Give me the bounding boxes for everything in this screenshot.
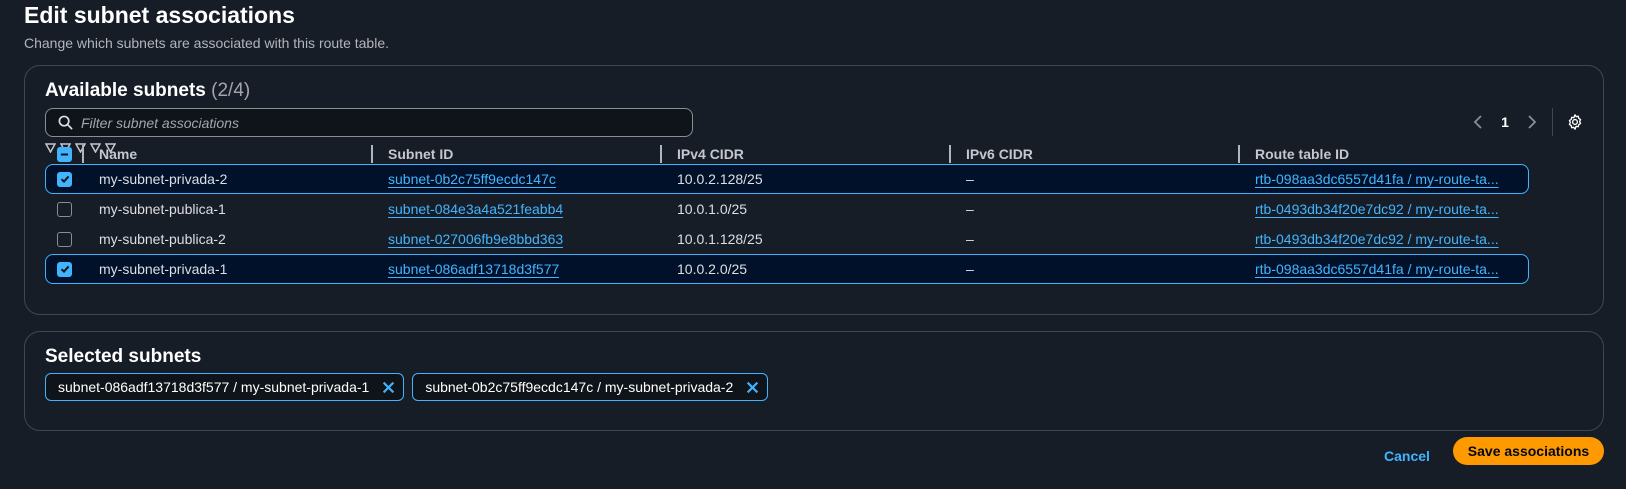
subnet-name: my-subnet-privada-2 (99, 171, 228, 187)
column-divider[interactable] (371, 145, 373, 163)
page-description: Change which subnets are associated with… (24, 35, 389, 51)
token-label: subnet-086adf13718d3f577 / my-subnet-pri… (58, 379, 370, 395)
ipv4-cidr: 10.0.2.0/25 (677, 261, 748, 277)
route-table-link[interactable]: rtb-0493db34f20e7dc92 / my-route-ta... (1255, 231, 1499, 247)
gear-icon (1568, 114, 1582, 130)
filter-input[interactable] (81, 114, 661, 131)
selected-subnets-title: Selected subnets (45, 346, 202, 367)
route-table-link[interactable]: rtb-0493db34f20e7dc92 / my-route-ta... (1255, 201, 1499, 217)
pagination: 1 (1466, 108, 1587, 136)
row-checkbox[interactable] (57, 231, 72, 247)
selected-subnet-token: subnet-086adf13718d3f577 / my-subnet-pri… (45, 373, 405, 401)
available-subnets-header: Available subnets (2/4) (45, 80, 250, 102)
selected-subnet-token: subnet-0b2c75ff9ecdc147c / my-subnet-pri… (412, 373, 769, 401)
subnet-id-link[interactable]: subnet-0b2c75ff9ecdc147c (388, 171, 556, 187)
table-row[interactable]: my-subnet-publica-1 subnet-084e3a4a521fe… (45, 194, 1529, 224)
row-checkbox[interactable] (57, 171, 72, 187)
ipv4-cidr: 10.0.2.128/25 (677, 171, 763, 187)
table-row[interactable]: my-subnet-privada-2 subnet-0b2c75ff9ecdc… (45, 164, 1529, 194)
subnet-name: my-subnet-publica-2 (99, 231, 226, 247)
subnet-name: my-subnet-publica-1 (99, 201, 226, 217)
next-page-button[interactable] (1520, 110, 1544, 134)
remove-token-button[interactable] (379, 378, 397, 396)
column-divider (82, 145, 84, 163)
ipv4-cidr: 10.0.1.128/25 (677, 231, 763, 247)
current-page-number[interactable]: 1 (1490, 114, 1520, 130)
ipv6-cidr: – (966, 171, 974, 187)
cancel-button[interactable]: Cancel (1384, 448, 1430, 464)
table-row[interactable]: my-subnet-privada-1 subnet-086adf13718d3… (45, 254, 1529, 284)
selected-subnet-tokens: subnet-086adf13718d3f577 / my-subnet-pri… (45, 373, 769, 401)
search-icon (58, 115, 73, 130)
route-table-link[interactable]: rtb-098aa3dc6557d41fa / my-route-ta... (1255, 261, 1499, 277)
sort-icon[interactable] (74, 143, 87, 154)
column-divider[interactable] (1238, 145, 1240, 163)
ipv4-cidr: 10.0.1.0/25 (677, 201, 748, 217)
page-title: Edit subnet associations (24, 2, 295, 28)
available-subnets-panel: Available subnets (2/4) 1 (24, 65, 1604, 315)
close-icon (746, 381, 758, 393)
available-subnets-count: (2/4) (211, 80, 251, 101)
chevron-right-icon (1528, 115, 1537, 129)
ipv6-cidr: – (966, 231, 974, 247)
save-associations-button[interactable]: Save associations (1453, 437, 1604, 465)
table-row[interactable]: my-subnet-publica-2 subnet-027006fb9e8bb… (45, 224, 1529, 254)
checkmark-icon (60, 175, 69, 184)
token-label: subnet-0b2c75ff9ecdc147c / my-subnet-pri… (425, 379, 734, 395)
column-divider[interactable] (660, 145, 662, 163)
column-divider[interactable] (949, 145, 951, 163)
minus-icon (60, 153, 69, 155)
selected-subnets-panel: Selected subnets subnet-086adf13718d3f57… (24, 331, 1604, 431)
close-icon (382, 381, 394, 393)
chevron-left-icon (1473, 115, 1482, 129)
row-checkbox[interactable] (57, 201, 72, 217)
row-checkbox[interactable] (57, 261, 72, 277)
subnet-id-link[interactable]: subnet-027006fb9e8bbd363 (388, 231, 563, 247)
previous-page-button[interactable] (1466, 110, 1490, 134)
subnet-id-link[interactable]: subnet-084e3a4a521feabb4 (388, 201, 563, 217)
sort-icon[interactable] (44, 143, 57, 154)
route-table-link[interactable]: rtb-098aa3dc6557d41fa / my-route-ta... (1255, 171, 1499, 187)
preferences-button[interactable] (1563, 110, 1587, 134)
pager-divider (1552, 108, 1553, 136)
checkmark-icon (60, 265, 69, 274)
ipv6-cidr: – (966, 201, 974, 217)
subnet-id-link[interactable]: subnet-086adf13718d3f577 (388, 261, 559, 277)
filter-box (45, 108, 693, 137)
subnet-name: my-subnet-privada-1 (99, 261, 228, 277)
remove-token-button[interactable] (743, 378, 761, 396)
available-subnets-title: Available subnets (45, 80, 206, 101)
ipv6-cidr: – (966, 261, 974, 277)
